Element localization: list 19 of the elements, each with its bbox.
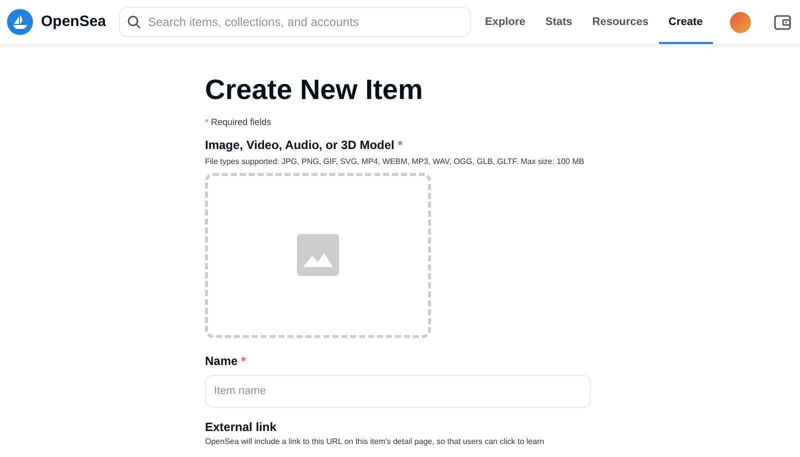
field-hint: OpenSea will include a link to this URL on this item's detail page, so that users can click to learn [205,436,546,448]
required-note: * Required fields [205,116,272,129]
nav-tab[interactable]: Resources [582,0,659,44]
avatar[interactable] [730,12,751,32]
search-icon [127,15,141,29]
page-title: Create New Item [205,74,424,106]
field-hint: File types supported: JPG, PNG, GIF, SVG, MP4, WEBM, MP3, WAV, OGG, GLB, GLTF. Max size: 100 MB [205,156,586,168]
logo-icon[interactable] [7,9,33,35]
nav-tab[interactable]: Create [658,0,713,44]
field-label: Image, Video, Audio, or 3D Model * [205,136,404,154]
field-label: Name * [205,352,247,370]
image-icon [297,234,339,276]
name-input[interactable]: Item name [205,374,591,408]
nav-tab[interactable]: Explore [475,0,536,44]
search-field[interactable]: Search items, collections, and accounts [119,7,471,37]
nav-tab[interactable]: Stats [535,0,582,44]
wallet-icon[interactable] [774,14,791,30]
field-label: External link [205,418,278,436]
brand-name[interactable]: OpenSea [41,10,106,34]
